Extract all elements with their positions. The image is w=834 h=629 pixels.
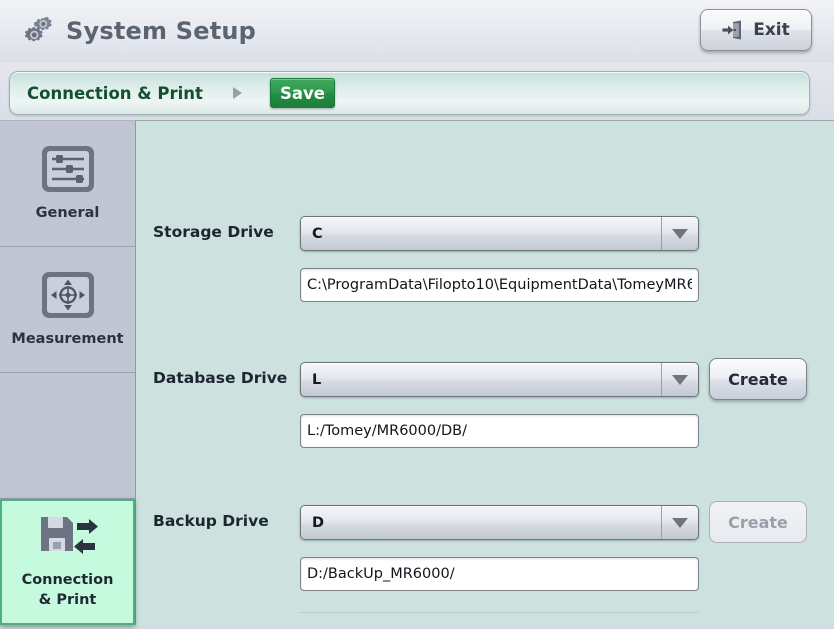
sidebar: General Measurement Connection & Print: [0, 120, 136, 626]
content-divider: [300, 612, 699, 613]
backup-drive-select[interactable]: D: [300, 505, 699, 540]
page-title: System Setup: [66, 17, 257, 45]
sidebar-item-connection-print[interactable]: Connection & Print: [0, 498, 135, 626]
storage-drive-path-input[interactable]: C:\ProgramData\Filopto10\EquipmentData\T…: [300, 268, 699, 302]
sidebar-item-measurement-label: Measurement: [11, 330, 124, 347]
backup-drive-value: D: [312, 514, 325, 531]
body: General Measurement Connection & Print S…: [0, 120, 834, 626]
backup-drive-label: Backup Drive: [153, 512, 269, 530]
database-drive-value: L: [312, 371, 322, 388]
database-drive-path-input[interactable]: L:/Tomey/MR6000/DB/: [300, 414, 699, 448]
sidebar-item-measurement[interactable]: Measurement: [0, 247, 135, 373]
breadcrumb-item-connection-print[interactable]: Connection & Print: [27, 84, 203, 103]
main-content: Storage Drive C C:\ProgramData\Filopto10…: [136, 120, 834, 625]
chevron-down-icon[interactable]: [661, 217, 698, 250]
database-drive-label: Database Drive: [153, 369, 288, 387]
floppy-transfer-icon: [40, 517, 98, 555]
backup-drive-path-value: D:/BackUp_MR6000/: [307, 566, 455, 582]
breadcrumb-bar-container: Connection & Print Save: [0, 62, 834, 120]
chevron-down-icon[interactable]: [661, 363, 698, 396]
save-button-label: Save: [279, 83, 325, 103]
database-create-button[interactable]: Create: [709, 358, 807, 400]
backup-drive-path-input[interactable]: D:/BackUp_MR6000/: [300, 557, 699, 591]
storage-drive-select[interactable]: C: [300, 216, 699, 251]
sidebar-item-connection-print-label: Connection & Print: [22, 571, 114, 610]
gears-icon: [24, 16, 52, 42]
sidebar-item-empty: [0, 373, 135, 499]
sidebar-label-line1: Connection: [21, 572, 114, 589]
database-drive-path-value: L:/Tomey/MR6000/DB/: [307, 423, 467, 439]
sliders-icon: [41, 145, 94, 192]
sidebar-item-general[interactable]: General: [0, 121, 135, 247]
system-setup-window: System Setup Exit Connection & Print Sav…: [0, 0, 834, 629]
triangle-right-icon: [232, 87, 242, 99]
exit-button-label: Exit: [753, 20, 790, 40]
sidebar-item-general-label: General: [35, 204, 100, 221]
storage-drive-path-value: C:\ProgramData\Filopto10\EquipmentData\T…: [307, 277, 692, 293]
exit-door-icon: [722, 20, 742, 40]
exit-button[interactable]: Exit: [700, 9, 812, 51]
backup-create-button: Create: [709, 501, 807, 543]
title-bar: System Setup Exit: [0, 0, 834, 62]
chevron-down-icon[interactable]: [661, 506, 698, 539]
database-drive-select[interactable]: L: [300, 362, 699, 397]
breadcrumb: Connection & Print Save: [9, 71, 810, 115]
storage-drive-label: Storage Drive: [153, 223, 274, 241]
save-button[interactable]: Save: [269, 78, 335, 108]
sidebar-label-line2: & Print: [38, 591, 97, 608]
crosshair-arrows-icon: [41, 271, 94, 318]
storage-drive-value: C: [312, 225, 323, 242]
